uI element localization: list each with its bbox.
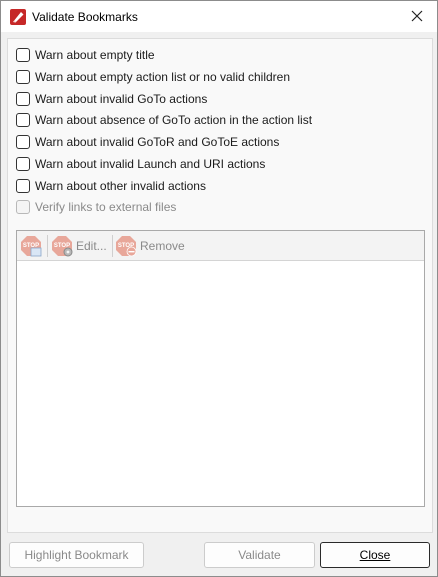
stop-sign-gear-icon: STOP	[52, 236, 73, 257]
option-label: Warn about invalid GoTo actions	[35, 92, 208, 106]
stop-sign-minus-icon: STOP	[116, 236, 137, 257]
checkbox[interactable]	[16, 113, 30, 127]
validate-button: Validate	[204, 542, 315, 568]
option-empty-title[interactable]: Warn about empty title	[16, 46, 155, 64]
option-label: Warn about other invalid actions	[35, 179, 206, 193]
option-invalid-gotor-gotoe[interactable]: Warn about invalid GoToR and GoToE actio…	[16, 133, 279, 151]
app-icon	[10, 9, 26, 25]
checkbox[interactable]	[16, 48, 30, 62]
window-title: Validate Bookmarks	[32, 10, 138, 24]
edit-button[interactable]: STOP Edit...	[51, 234, 107, 258]
validate-bookmarks-dialog: Validate Bookmarks Warn about empty titl…	[0, 0, 438, 577]
actions-list-panel: STOP STOP Edit... STOP Remove	[16, 230, 425, 507]
option-label: Verify links to external files	[35, 200, 177, 214]
option-label: Warn about absence of GoTo action in the…	[35, 113, 313, 127]
checkbox[interactable]	[16, 179, 30, 193]
edit-label: Edit...	[76, 239, 107, 253]
option-empty-action-list[interactable]: Warn about empty action list or no valid…	[16, 68, 290, 86]
option-label: Warn about invalid Launch and URI action…	[35, 157, 266, 171]
checkbox[interactable]	[16, 157, 30, 171]
close-label: Close	[359, 548, 391, 562]
option-other-invalid[interactable]: Warn about other invalid actions	[16, 177, 206, 195]
option-invalid-goto[interactable]: Warn about invalid GoTo actions	[16, 90, 207, 108]
title-bar: Validate Bookmarks	[1, 1, 437, 32]
option-verify-external-links: Verify links to external files	[16, 198, 176, 216]
option-label: Warn about empty title	[35, 48, 155, 62]
remove-button[interactable]: STOP Remove	[115, 234, 185, 258]
add-button[interactable]: STOP	[20, 234, 42, 258]
highlight-bookmark-label: Highlight Bookmark	[24, 548, 129, 562]
dialog-content: Warn about empty title Warn about empty …	[7, 38, 433, 533]
close-icon[interactable]	[405, 5, 429, 27]
checkbox[interactable]	[16, 135, 30, 149]
actions-list[interactable]	[17, 261, 424, 506]
option-label: Warn about empty action list or no valid…	[35, 70, 291, 84]
checkbox[interactable]	[16, 70, 30, 84]
option-invalid-launch-uri[interactable]: Warn about invalid Launch and URI action…	[16, 155, 265, 173]
highlight-bookmark-button: Highlight Bookmark	[9, 542, 144, 568]
checkbox	[16, 200, 30, 214]
remove-label: Remove	[140, 239, 185, 253]
close-button[interactable]: Close	[320, 542, 430, 568]
option-label: Warn about invalid GoToR and GoToE actio…	[35, 135, 280, 149]
toolbar-separator	[112, 235, 113, 257]
option-absence-goto[interactable]: Warn about absence of GoTo action in the…	[16, 111, 312, 129]
validate-label: Validate	[238, 548, 281, 562]
stop-sign-add-icon: STOP	[21, 236, 42, 257]
list-toolbar: STOP STOP Edit... STOP Remove	[17, 231, 424, 261]
toolbar-separator	[47, 235, 48, 257]
checkbox[interactable]	[16, 92, 30, 106]
